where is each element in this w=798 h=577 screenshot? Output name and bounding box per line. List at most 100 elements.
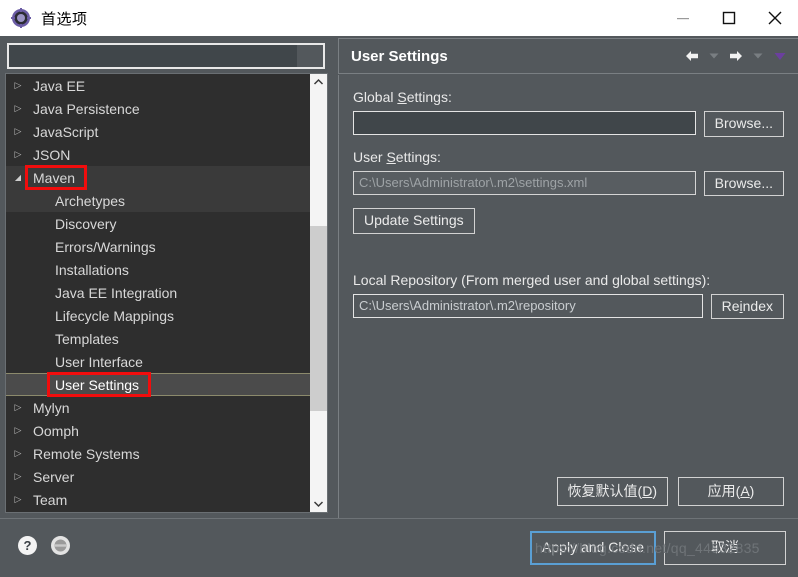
reindex-label-post: ndex — [742, 297, 773, 314]
user-settings-label-post: ettings: — [395, 148, 441, 165]
tree-expand-arrow-right-icon[interactable]: ▷ — [13, 150, 23, 159]
tree-item-errors-warnings[interactable]: Errors/Warnings — [6, 235, 310, 258]
tree-item-user-interface[interactable]: User Interface — [6, 350, 310, 373]
tree-item-label: Installations — [55, 261, 129, 278]
tree-item-templates[interactable]: Templates — [6, 327, 310, 350]
search-input[interactable] — [9, 45, 297, 67]
user-settings-label: User Settings: — [353, 149, 784, 165]
back-history-chevron-down-icon[interactable] — [704, 46, 724, 66]
tree-item-label: Archetypes — [55, 192, 126, 209]
tree-item-label: Templates — [55, 330, 119, 347]
arrow-left-icon[interactable] — [682, 46, 702, 66]
global-settings-input[interactable] — [353, 111, 696, 135]
global-settings-browse-button[interactable]: Browse... — [703, 111, 784, 137]
dialog-bottom-bar: ? Apply and Close 取消 — [0, 518, 798, 577]
restore-defaults-label-mnemonic: D — [642, 482, 653, 499]
tree-expand-arrow-right-icon[interactable]: ▷ — [13, 426, 23, 435]
tree-item-label: Java EE — [33, 77, 86, 94]
tree-item-team[interactable]: ▷ Team — [6, 488, 310, 511]
reindex-label-pre: Re — [721, 297, 740, 314]
title-bar: 首选项 — [0, 0, 798, 36]
global-settings-label: Global Settings: — [353, 89, 784, 105]
tree-item-lifecycle-mappings[interactable]: Lifecycle Mappings — [6, 304, 310, 327]
restore-defaults-button[interactable]: 恢复默认值(D) — [556, 476, 668, 506]
tree-item-javascript[interactable]: ▷ JavaScript — [6, 120, 310, 143]
apply-label-post: ) — [749, 482, 755, 499]
toggle-circle-icon[interactable] — [50, 535, 71, 561]
tree-item-oomph[interactable]: ▷ Oomph — [6, 419, 310, 442]
panel-header: User Settings — [338, 38, 798, 74]
user-settings-label-mnemonic: S — [386, 148, 396, 165]
tree-expand-arrow-right-icon[interactable]: ▷ — [13, 449, 23, 458]
tree-item-label: Remote Systems — [33, 445, 140, 462]
page-title: User Settings — [351, 47, 448, 65]
tree-item-java-ee[interactable]: ▷ Java EE — [6, 74, 310, 97]
search-box-tail — [297, 45, 323, 67]
user-settings-input[interactable] — [353, 170, 696, 195]
maximize-icon[interactable] — [706, 0, 752, 36]
tree-expand-arrow-right-icon[interactable]: ▷ — [13, 104, 23, 113]
preferences-tree[interactable]: ▷ Java EE ▷ Java Persistence ▷ JavaScript ▷ JSO… — [6, 74, 310, 512]
update-settings-button[interactable]: Update Settings — [353, 208, 475, 234]
tree-item-maven[interactable]: ◢ Maven — [6, 166, 310, 189]
tree-item-installations[interactable]: Installations — [6, 258, 310, 281]
tree-scrollbar[interactable] — [310, 74, 327, 512]
tree-item-label: JavaScript — [33, 123, 99, 140]
global-settings-row: Browse... — [353, 111, 784, 137]
local-repository-input[interactable] — [353, 293, 703, 318]
forward-history-chevron-down-icon[interactable] — [748, 46, 768, 66]
user-settings-browse-button[interactable]: Browse... — [703, 170, 784, 196]
help-circle-icon[interactable]: ? — [17, 535, 38, 561]
restore-defaults-label-pre: 恢复默认值( — [567, 482, 643, 499]
tree-item-archetypes[interactable]: Archetypes — [6, 189, 310, 212]
tree-expand-arrow-right-icon[interactable]: ▷ — [13, 127, 23, 136]
chevron-down-icon[interactable] — [310, 495, 327, 512]
tree-scrollbar-track[interactable] — [310, 91, 327, 495]
bottom-bar-buttons: Apply and Close 取消 — [530, 531, 786, 565]
tree-expand-arrow-right-icon[interactable]: ▷ — [13, 403, 23, 412]
tree-item-json[interactable]: ▷ JSON — [6, 143, 310, 166]
tree-expand-arrow-right-icon[interactable]: ▷ — [13, 81, 23, 90]
close-icon[interactable] — [752, 0, 798, 36]
update-settings-row: Update Settings — [353, 208, 784, 234]
panel-body: Global Settings: Browse... User Settings… — [338, 75, 798, 518]
tree-item-label: Java Persistence — [33, 100, 140, 117]
tree-item-label: User Settings — [55, 376, 140, 393]
panel-nav-group — [682, 46, 798, 66]
tree-expand-arrow-right-icon[interactable]: ▷ — [13, 472, 23, 481]
arrow-right-icon[interactable] — [726, 46, 746, 66]
apply-and-close-button[interactable]: Apply and Close — [530, 531, 656, 565]
apply-button[interactable]: 应用(A) — [678, 476, 784, 506]
tree-item-user-settings[interactable]: User Settings — [6, 373, 310, 396]
tree-item-java-persistence[interactable]: ▷ Java Persistence — [6, 97, 310, 120]
tree-item-mylyn[interactable]: ▷ Mylyn — [6, 396, 310, 419]
tree-item-discovery[interactable]: Discovery — [6, 212, 310, 235]
tree-expand-arrow-down-icon[interactable]: ◢ — [13, 173, 23, 182]
tree-item-label: Errors/Warnings — [55, 238, 156, 255]
restore-defaults-label-post: ) — [652, 482, 657, 499]
cancel-button[interactable]: 取消 — [664, 531, 786, 565]
tree-item-java-ee-integration[interactable]: Java EE Integration — [6, 281, 310, 304]
apply-label-mnemonic: A — [740, 482, 750, 499]
minimize-icon[interactable] — [660, 0, 706, 36]
panel-footer-buttons: 恢复默认值(D) 应用(A) — [556, 476, 784, 506]
tree-expand-arrow-right-icon[interactable]: ▷ — [13, 495, 23, 504]
chevron-up-icon[interactable] — [310, 74, 327, 91]
filter-search-box[interactable] — [7, 43, 325, 69]
dialog-content: ▷ Java EE ▷ Java Persistence ▷ JavaScript ▷ JSO… — [0, 36, 798, 518]
tree-item-server[interactable]: ▷ Server — [6, 465, 310, 488]
right-pane: User Settings Global Settings: Browse...… — [336, 36, 798, 518]
tree-scrollbar-thumb[interactable] — [310, 226, 327, 411]
tree-item-label: Discovery — [55, 215, 117, 232]
tree-item-label: Team — [33, 491, 68, 508]
local-repository-row: Reindex — [353, 293, 784, 319]
tree-item-label: Oomph — [33, 422, 79, 439]
view-menu-chevron-down-icon[interactable] — [770, 46, 790, 66]
reindex-button[interactable]: Reindex — [710, 293, 784, 319]
tree-item-remote-systems[interactable]: ▷ Remote Systems — [6, 442, 310, 465]
tree-item-label: Java EE Integration — [55, 284, 178, 301]
tree-item-label: Mylyn — [33, 399, 70, 416]
global-settings-label-post: ettings: — [406, 89, 452, 105]
preferences-tree-container: ▷ Java EE ▷ Java Persistence ▷ JavaScript ▷ JSO… — [5, 73, 328, 513]
